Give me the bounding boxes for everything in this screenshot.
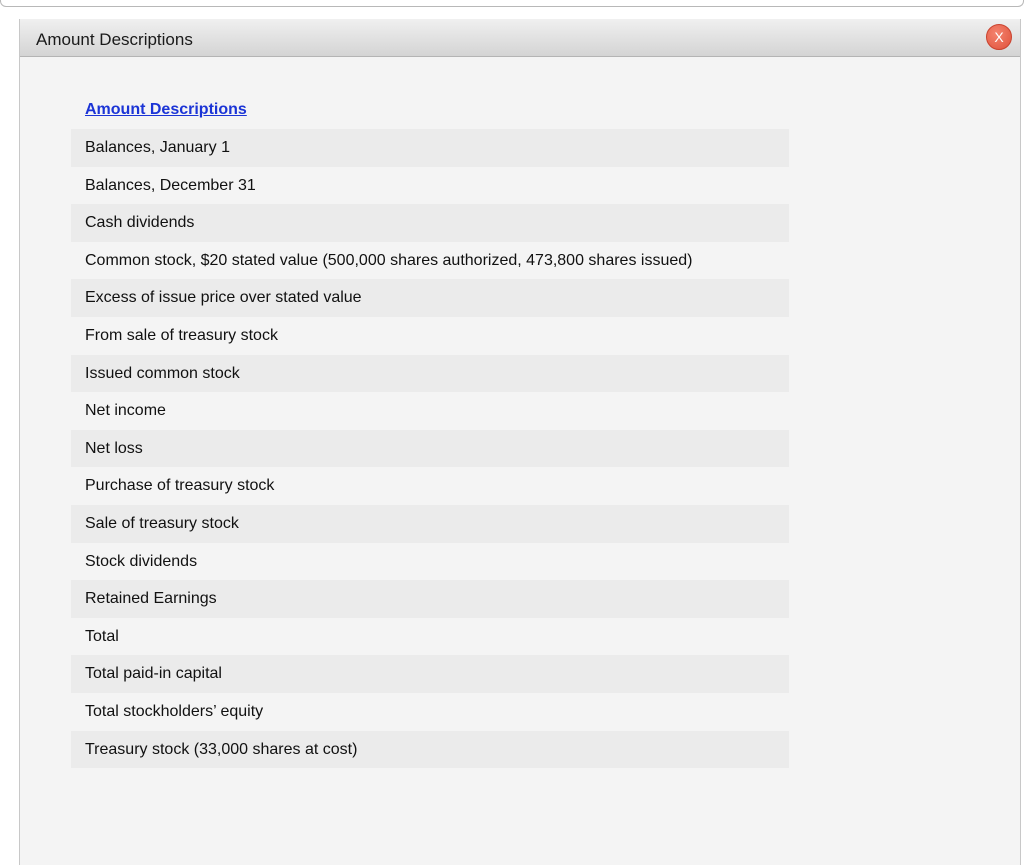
list-item: Retained Earnings: [71, 580, 789, 618]
list-item: Common stock, $20 stated value (500,000 …: [71, 241, 789, 280]
list-item: Net loss: [71, 429, 789, 468]
section-heading-link[interactable]: Amount Descriptions: [71, 99, 789, 121]
list-item: Stock dividends: [71, 542, 789, 581]
previous-window-edge: [0, 0, 1024, 7]
list-item: Issued common stock: [71, 354, 789, 393]
list-item: Treasury stock (33,000 shares at cost): [71, 730, 789, 769]
list-item: Total: [71, 617, 789, 656]
list-item: Purchase of treasury stock: [71, 467, 789, 505]
list-item: Cash dividends: [71, 204, 789, 242]
list-item: From sale of treasury stock: [71, 316, 789, 355]
dialog-title: Amount Descriptions: [36, 30, 193, 49]
list-item: Total paid-in capital: [71, 655, 789, 693]
amount-description-list: Balances, January 1 Balances, December 3…: [71, 129, 789, 769]
dialog-content: Amount Descriptions Balances, January 1 …: [71, 99, 789, 769]
list-item: Excess of issue price over stated value: [71, 279, 789, 317]
amount-descriptions-dialog: Amount Descriptions X Amount Description…: [19, 19, 1021, 865]
list-item: Sale of treasury stock: [71, 504, 789, 543]
list-item: Total stockholders’ equity: [71, 692, 789, 731]
dialog-title-bar: Amount Descriptions X: [20, 19, 1020, 57]
close-button[interactable]: X: [986, 24, 1012, 50]
close-icon: X: [994, 29, 1004, 45]
list-item: Balances, December 31: [71, 166, 789, 205]
list-item: Net income: [71, 392, 789, 430]
list-item: Balances, January 1: [71, 129, 789, 167]
